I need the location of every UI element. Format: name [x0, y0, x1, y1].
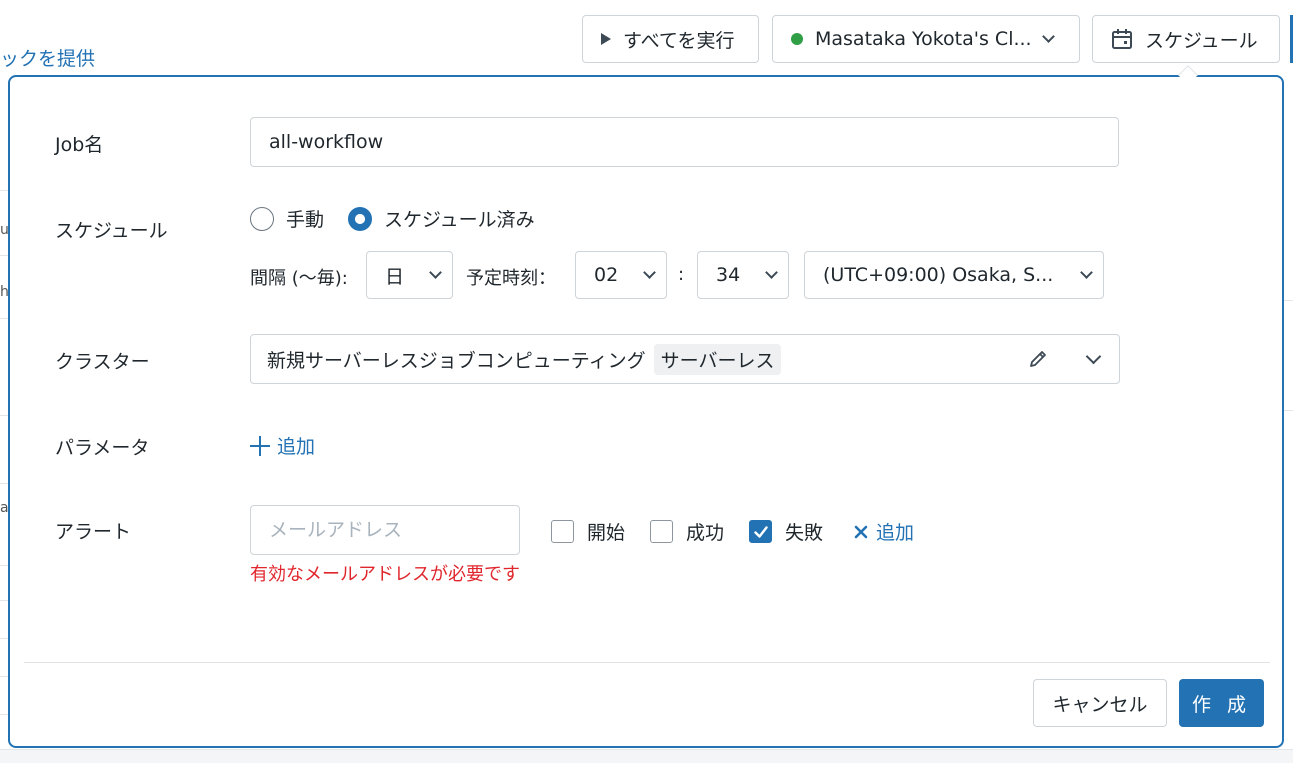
chevron-down-icon: [643, 266, 656, 279]
cluster-value-group: 新規サーバーレスジョブコンピューティング サーバーレス: [267, 343, 782, 375]
schedule-label: スケジュール: [55, 220, 168, 242]
add-parameter-label: 追加: [277, 436, 316, 458]
plus-icon: [250, 435, 270, 456]
email-error-message: 有効なメールアドレスが必要です: [250, 564, 520, 585]
background-divider: [1283, 410, 1293, 411]
cancel-button[interactable]: キャンセル: [1033, 679, 1167, 727]
scheduled-time-label: 予定時刻：: [466, 268, 556, 289]
radio-manual[interactable]: 手動: [250, 205, 324, 232]
parameters-label: パラメータ: [55, 437, 150, 459]
alert-start-checkbox[interactable]: 開始: [551, 518, 625, 545]
add-parameter-button[interactable]: 追加: [250, 432, 315, 459]
serverless-badge: サーバーレス: [653, 343, 782, 375]
background-divider: [1283, 300, 1293, 301]
interval-label: 間隔 (〜毎):: [250, 268, 348, 289]
interval-value: 日: [385, 265, 405, 288]
radio-button-icon[interactable]: [250, 206, 274, 231]
schedule-type-radio-group: 手動 スケジュール済み: [250, 205, 535, 232]
run-all-label: すべてを実行: [623, 29, 735, 52]
add-alert-button[interactable]: 追加: [853, 518, 914, 545]
checkbox-checked-icon[interactable]: [749, 520, 772, 543]
pencil-icon[interactable]: [1028, 349, 1048, 369]
schedule-dialog: Job名 スケジュール 手動 スケジュール済み 間隔 (〜毎): 日 予定時刻：…: [8, 75, 1284, 748]
status-dot-icon: [791, 33, 803, 45]
timezone-select[interactable]: (UTC+09:00) Osaka, S...: [804, 251, 1104, 299]
chevron-down-icon[interactable]: [1085, 348, 1102, 365]
alert-label: アラート: [55, 521, 132, 543]
alert-failure-label: 失敗: [785, 522, 824, 544]
play-icon: [601, 33, 611, 45]
job-name-label: Job名: [55, 134, 104, 156]
alert-email-input[interactable]: [251, 506, 519, 554]
hour-select[interactable]: 02: [575, 251, 667, 299]
chevron-down-icon: [429, 266, 442, 279]
close-icon: [854, 525, 868, 538]
alert-failure-checkbox[interactable]: 失敗: [749, 518, 823, 545]
job-name-input[interactable]: [251, 118, 1118, 166]
job-name-field[interactable]: [250, 117, 1119, 167]
alert-start-label: 開始: [587, 522, 626, 544]
checkbox-icon[interactable]: [551, 520, 574, 543]
create-button[interactable]: 作 成: [1179, 679, 1264, 727]
interval-select[interactable]: 日: [366, 251, 453, 299]
timezone-value: (UTC+09:00) Osaka, S...: [823, 264, 1054, 286]
schedule-label: スケジュール: [1145, 29, 1258, 52]
chevron-down-icon: [765, 266, 778, 279]
cluster-select[interactable]: 新規サーバーレスジョブコンピューティング サーバーレス: [250, 334, 1120, 384]
footer-divider: [24, 662, 1270, 663]
minute-value: 34: [716, 264, 741, 286]
cluster-value: 新規サーバーレスジョブコンピューティング: [267, 349, 646, 372]
radio-button-checked-icon[interactable]: [348, 206, 373, 231]
chevron-down-icon: [1080, 266, 1093, 279]
cluster-selector-button[interactable]: Masataka Yokota's Cl...: [772, 15, 1080, 63]
hour-value: 02: [594, 264, 619, 286]
alert-email-field[interactable]: [250, 505, 520, 555]
checkmark-icon: [753, 525, 768, 538]
alert-success-checkbox[interactable]: 成功: [650, 518, 724, 545]
background-link[interactable]: ックを提供: [0, 44, 95, 71]
checkbox-icon[interactable]: [650, 520, 673, 543]
minute-select[interactable]: 34: [697, 251, 789, 299]
cluster-actions: [1028, 348, 1102, 369]
cluster-field-label: クラスター: [55, 351, 150, 373]
add-alert-label: 追加: [876, 522, 915, 544]
schedule-button[interactable]: スケジュール: [1092, 15, 1280, 63]
radio-manual-label: 手動: [286, 209, 325, 231]
calendar-icon: [1112, 29, 1132, 49]
time-separator: :: [678, 264, 685, 285]
alert-success-label: 成功: [686, 522, 725, 544]
run-all-button[interactable]: すべてを実行: [582, 15, 759, 63]
radio-scheduled[interactable]: スケジュール済み: [348, 205, 535, 232]
radio-scheduled-label: スケジュール済み: [384, 209, 535, 231]
chevron-down-icon: [1041, 30, 1055, 43]
cluster-label: Masataka Yokota's Cl...: [815, 28, 1032, 50]
background-footer-bar: [0, 749, 1293, 763]
